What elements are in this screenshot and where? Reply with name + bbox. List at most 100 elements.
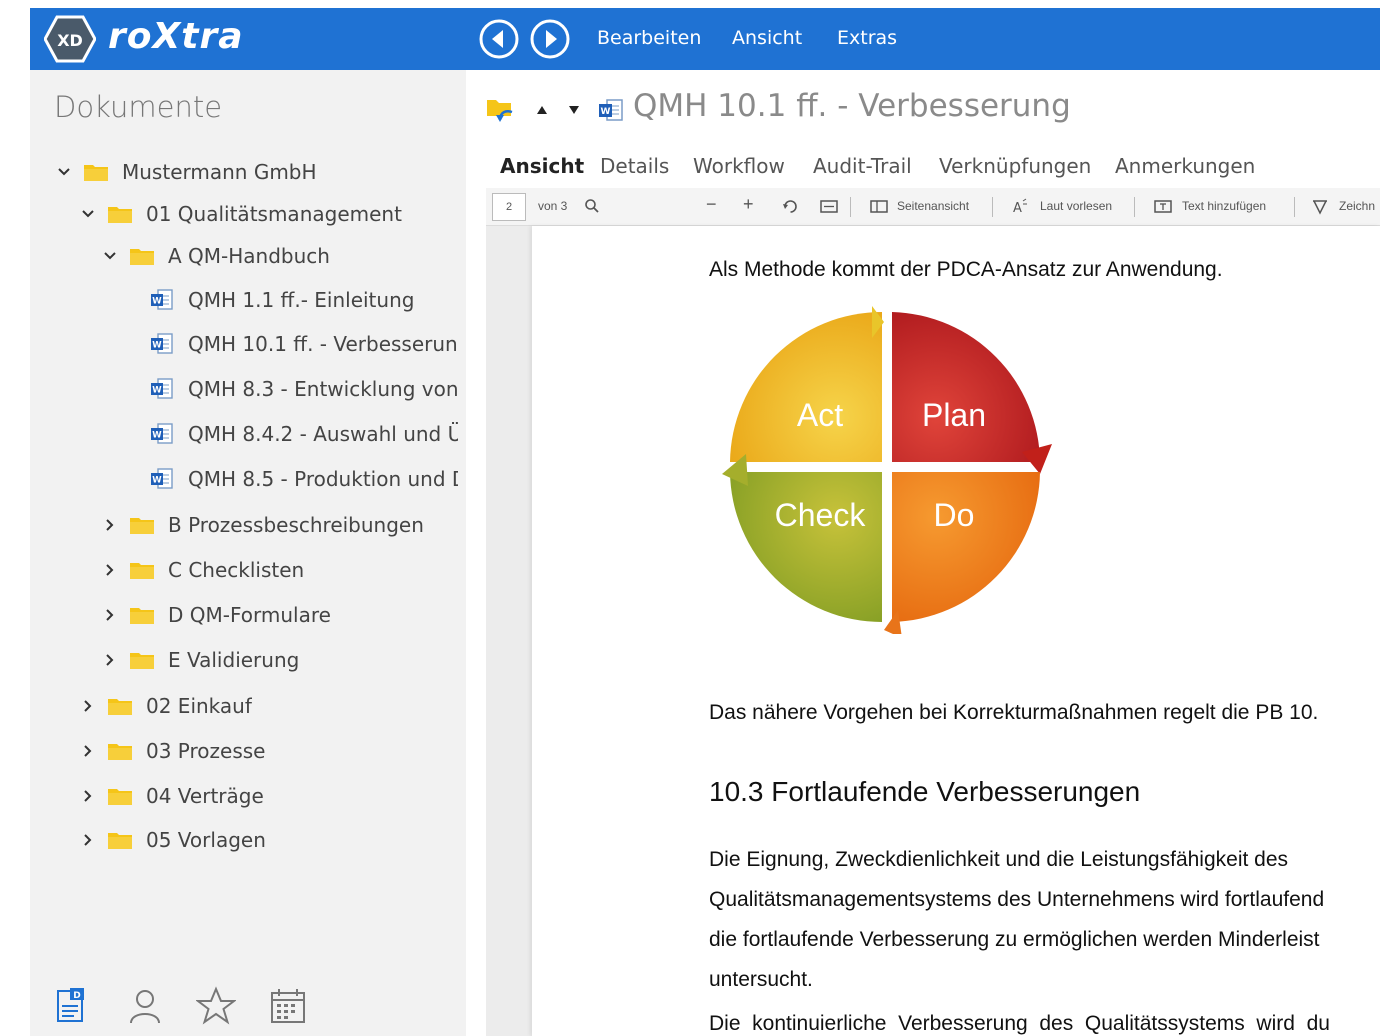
tree-folder[interactable]: C Checklisten [100,554,458,586]
tree-folder[interactable]: 02 Einkauf [78,690,458,722]
toolbar-separator [1134,197,1135,217]
page-view-icon[interactable] [870,199,888,214]
tree-folder[interactable]: 01 Qualitätsmanagement [78,198,458,230]
folder-icon [108,742,132,760]
tree-document[interactable]: W QMH 10.1 ff. - Verbesserung [150,328,458,360]
tab-verknüpfungen[interactable]: Verknüpfungen [939,154,1091,178]
folder-icon [130,606,154,624]
documents-icon[interactable]: D [52,986,92,1026]
tree-folder[interactable]: D QM-Formulare [100,599,458,631]
pdca-check-segment [730,472,882,622]
sort-down-icon[interactable] [568,105,580,115]
tree-folder[interactable]: 05 Vorlagen [78,824,458,856]
sidebar: Dokumente Mustermann GmbH 01 Qualitätsman… [30,70,466,1036]
folder-icon [108,205,132,223]
tree-folder[interactable]: E Validierung [100,644,458,676]
menu-bearbeiten[interactable]: Bearbeiten [597,27,701,49]
fit-page-icon[interactable] [820,199,838,214]
folder-icon [108,787,132,805]
logo-badge: XD [44,15,96,63]
sidebar-title: Dokumente [54,90,223,124]
word-document-icon: W [150,423,174,445]
tree-folder[interactable]: Mustermann GmbH [54,156,458,188]
page-number-input[interactable]: 2 [492,193,526,221]
chevron-down-icon[interactable] [54,167,74,177]
word-document-icon: W [150,468,174,490]
svg-text:W: W [152,341,162,351]
tree-folder[interactable]: A QM-Handbuch [100,240,458,272]
svg-text:XD: XD [57,31,83,50]
folder-back-icon[interactable] [486,96,516,122]
chevron-right-icon[interactable] [100,653,120,667]
pdf-toolbar: 2 von 3 − + Seitenansicht A Laut vorlese… [486,188,1380,226]
folder-icon [130,247,154,265]
tab-workflow[interactable]: Workflow [693,154,785,178]
tab-anmerkungen[interactable]: Anmerkungen [1115,154,1255,178]
page-view-button[interactable]: Seitenansicht [897,199,969,213]
rotate-icon[interactable] [782,198,799,215]
tree-item-label: 03 Prozesse [146,739,266,763]
tree-item-label: 05 Vorlagen [146,828,266,852]
add-text-button[interactable]: Text hinzufügen [1182,199,1266,213]
chevron-right-icon[interactable] [100,608,120,622]
tree-item-label: B Prozessbeschreibungen [168,513,424,537]
pdf-text-line: Die kontinuierliche Verbesserung des Qua… [709,1012,1330,1035]
tree-folder[interactable]: 03 Prozesse [78,735,458,767]
svg-text:W: W [152,386,162,396]
zoom-in-icon[interactable]: + [743,194,754,215]
pdca-act-segment [730,312,882,462]
tab-details[interactable]: Details [600,154,669,178]
tree-item-label: C Checklisten [168,558,305,582]
chevron-down-icon[interactable] [78,209,98,219]
tree-item-label: QMH 8.3 - Entwicklung von I [188,377,458,401]
forward-button[interactable] [529,18,571,60]
star-icon[interactable] [196,986,236,1026]
toolbar-separator [850,197,851,217]
word-document-icon: W [150,378,174,400]
tree-document[interactable]: W QMH 8.3 - Entwicklung von I [150,373,458,405]
chevron-right-icon[interactable] [78,699,98,713]
svg-text:W: W [601,107,611,117]
pdca-act-label: Act [797,397,843,433]
sort-up-icon[interactable] [536,105,548,115]
menu-ansicht[interactable]: Ansicht [732,27,802,49]
search-icon[interactable] [584,198,600,214]
read-aloud-button[interactable]: Laut vorlesen [1040,199,1112,213]
tree-folder[interactable]: 04 Verträge [78,780,458,812]
tree-item-label: QMH 8.4.2 - Auswahl und Üb [188,422,458,446]
toolbar-separator [1294,197,1295,217]
user-icon[interactable] [125,986,165,1026]
add-text-icon[interactable] [1154,199,1172,214]
chevron-right-icon[interactable] [100,563,120,577]
toolbar-separator [992,197,993,217]
back-button[interactable] [478,18,520,60]
chevron-right-icon[interactable] [78,744,98,758]
chevron-right-icon[interactable] [100,518,120,532]
draw-button[interactable]: Zeichn [1339,199,1375,213]
pdf-page: Als Methode kommt der PDCA-Ansatz zur An… [532,226,1380,1036]
tree-folder[interactable]: B Prozessbeschreibungen [100,509,458,541]
tree-item-label: QMH 1.1 ff.- Einleitung [188,288,415,312]
tree-document[interactable]: W QMH 8.5 - Produktion und D [150,463,458,495]
chevron-right-icon[interactable] [78,833,98,847]
calendar-icon[interactable] [268,986,308,1026]
chevron-down-icon[interactable] [100,251,120,261]
sidebar-bottom-bar: D [30,976,466,1036]
pdca-do-segment [892,472,1040,622]
menu-extras[interactable]: Extras [837,27,897,49]
tree-item-label: Mustermann GmbH [122,160,317,184]
tab-audit-trail[interactable]: Audit-Trail [813,154,912,178]
chevron-right-icon[interactable] [78,789,98,803]
tab-ansicht[interactable]: Ansicht [500,154,584,178]
pdf-text-line: Qualitätsmanagementsystems des Unternehm… [709,888,1325,911]
zoom-out-icon[interactable]: − [706,194,717,215]
tree-document[interactable]: W QMH 1.1 ff.- Einleitung [150,284,458,316]
folder-icon [84,163,108,181]
tree-document[interactable]: W QMH 8.4.2 - Auswahl und Üb [150,418,458,450]
tree-item-label: 04 Verträge [146,784,264,808]
pdca-check-label: Check [775,497,867,533]
read-aloud-icon[interactable]: A [1012,198,1028,214]
folder-icon [130,561,154,579]
splitter[interactable] [466,70,486,1036]
draw-icon[interactable] [1312,198,1328,215]
